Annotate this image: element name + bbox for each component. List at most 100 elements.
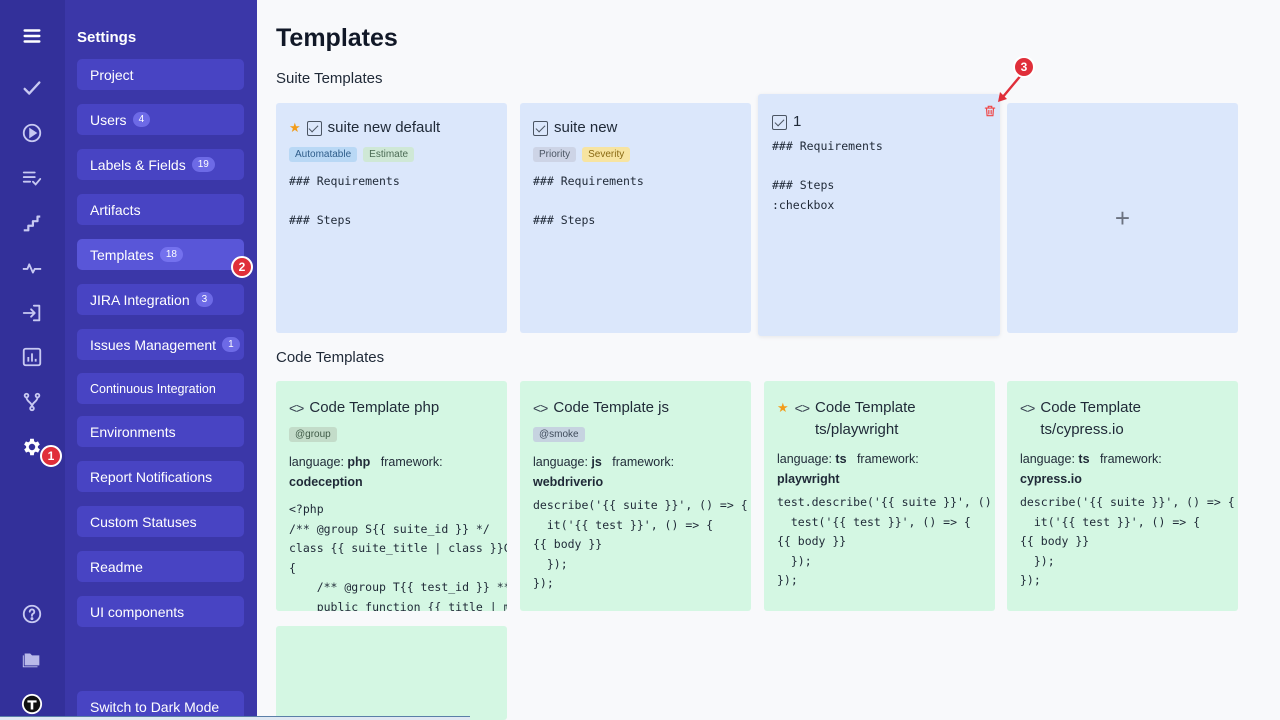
sidebar-item-label: Readme — [90, 558, 143, 575]
template-title: Code Template ts/playwright — [815, 399, 916, 438]
sidebar-item-users[interactable]: Users 4 — [77, 104, 244, 135]
suite-template-card-hovered[interactable]: 1 ### Requirements ### Steps :checkbox — [758, 94, 1000, 336]
sidebar-item-label: Artifacts — [90, 201, 141, 218]
stairs-icon[interactable] — [18, 209, 46, 237]
count-badge: 4 — [132, 112, 151, 127]
template-title: Code Template js — [553, 399, 669, 416]
code-template-card[interactable]: <> Code Template js @smoke language: js … — [520, 381, 751, 611]
sidebar-item-environments[interactable]: Environments — [77, 416, 244, 447]
template-tag: Automatable — [289, 147, 358, 162]
code-template-card[interactable]: <> Code Template ts/cypress.io language:… — [1007, 381, 1238, 611]
sidebar-item-label: Issues Management — [90, 336, 217, 353]
suite-templates-heading: Suite Templates — [276, 70, 383, 87]
page-title: Templates — [276, 24, 398, 52]
template-title: suite new — [554, 119, 618, 136]
framework-label: framework: — [1099, 452, 1162, 466]
code-template-card[interactable]: ★ <> Code Template ts/playwright languag… — [764, 381, 995, 611]
sidebar-item-label: Custom Statuses — [90, 513, 197, 530]
check-icon[interactable] — [18, 74, 46, 102]
folder-icon[interactable] — [18, 645, 46, 673]
star-icon: ★ — [777, 400, 789, 415]
step-marker-3: 3 — [1013, 56, 1035, 78]
language-value: php — [347, 455, 371, 469]
branch-icon[interactable] — [18, 388, 46, 416]
sidebar-item-ui-components[interactable]: UI components — [77, 596, 244, 627]
sidebar-item-project[interactable]: Project — [77, 59, 244, 90]
language-label: language: — [533, 455, 588, 469]
bottom-scrollbar[interactable] — [0, 716, 470, 720]
count-badge: 18 — [159, 247, 183, 262]
template-body: describe('{{ suite }}', () => { it('{{ t… — [533, 498, 748, 590]
sidebar-item-label: Project — [90, 66, 134, 83]
code-icon: <> — [533, 400, 548, 416]
template-meta: language: ts framework: playwright — [777, 449, 982, 489]
template-body: describe('{{ suite }}', () => { it('{{ t… — [1020, 495, 1235, 587]
pulse-icon[interactable] — [18, 254, 46, 282]
code-icon: <> — [794, 400, 810, 416]
sidebar-item-artifacts[interactable]: Artifacts — [77, 194, 244, 225]
sidebar-title: Settings — [77, 29, 137, 46]
sidebar-item-label: JIRA Integration — [90, 291, 190, 308]
template-tag: @smoke — [533, 427, 585, 442]
play-circle-icon[interactable] — [18, 119, 46, 147]
template-body: <?php /** @group S{{ suite_id }} */ clas… — [289, 502, 507, 611]
sidebar-item-label: Environments — [90, 423, 176, 440]
avatar[interactable] — [18, 690, 46, 718]
template-title: suite new default — [327, 119, 441, 136]
sidebar-item-continuous-integration[interactable]: Continuous Integration — [77, 373, 244, 404]
suite-template-card[interactable]: ★ suite new default Automatable Estimate… — [276, 103, 507, 333]
step-marker-2: 2 — [231, 256, 253, 278]
template-body: ### Requirements ### Steps — [533, 174, 644, 227]
template-tag: Priority — [533, 147, 577, 162]
language-value: ts — [1078, 452, 1090, 466]
suite-template-card[interactable]: suite new Priority Severity ### Requirem… — [520, 103, 751, 333]
framework-label: framework: — [380, 455, 443, 469]
template-meta: language: ts framework: cypress.io — [1020, 449, 1225, 489]
sidebar-item-label: Continuous Integration — [90, 381, 216, 396]
checklist-icon[interactable] — [18, 164, 46, 192]
trash-icon[interactable] — [983, 104, 997, 118]
template-meta: language: php framework: codeception — [289, 452, 494, 492]
framework-value: cypress.io — [1020, 472, 1082, 486]
add-code-template-card[interactable] — [276, 626, 507, 720]
help-icon[interactable] — [18, 600, 46, 628]
framework-value: codeception — [289, 475, 363, 489]
sidebar-item-jira-integration[interactable]: JIRA Integration 3 — [77, 284, 244, 315]
sidebar-item-label: Switch to Dark Mode — [90, 698, 220, 715]
language-label: language: — [289, 455, 344, 469]
language-value: js — [591, 455, 602, 469]
template-body: ### Requirements ### Steps — [289, 174, 400, 227]
menu-icon[interactable] — [18, 22, 46, 50]
sidebar-item-issues-management[interactable]: Issues Management 1 — [77, 329, 244, 360]
sidebar-item-report-notifications[interactable]: Report Notifications — [77, 461, 244, 492]
sidebar-item-labels-fields[interactable]: Labels & Fields 19 — [77, 149, 244, 180]
language-label: language: — [777, 452, 832, 466]
import-icon[interactable] — [18, 299, 46, 327]
bar-chart-icon[interactable] — [18, 343, 46, 371]
template-tag: Severity — [582, 147, 631, 162]
step-marker-1: 1 — [40, 445, 62, 467]
sidebar-item-label: Templates — [90, 246, 154, 263]
template-title: Code Template ts/cypress.io — [1040, 399, 1141, 438]
count-badge: 1 — [222, 337, 240, 352]
code-template-card[interactable]: <> Code Template php @group language: ph… — [276, 381, 507, 611]
sidebar-item-label: Report Notifications — [90, 468, 213, 485]
code-icon: <> — [1020, 400, 1035, 416]
sidebar-item-templates[interactable]: Templates 18 — [77, 239, 244, 270]
sidebar-item-custom-statuses[interactable]: Custom Statuses — [77, 506, 244, 537]
checkbox-icon — [772, 115, 787, 130]
sidebar-item-readme[interactable]: Readme — [77, 551, 244, 582]
template-body: ### Requirements ### Steps :checkbox — [772, 139, 883, 212]
settings-sidebar: Settings Project Users 4 Labels & Fields 1… — [65, 0, 257, 720]
template-body: test.describe('{{ suite }}', () => { tes… — [777, 495, 992, 587]
star-icon: ★ — [289, 120, 301, 135]
add-suite-template-card[interactable]: + — [1007, 103, 1238, 333]
code-templates-heading: Code Templates — [276, 349, 385, 366]
checkbox-icon — [306, 121, 322, 136]
checkbox-icon — [533, 121, 548, 136]
language-label: language: — [1020, 452, 1075, 466]
sidebar-item-label: UI components — [90, 603, 185, 620]
code-icon: <> — [289, 400, 304, 416]
template-title: Code Template php — [309, 399, 440, 416]
framework-value: playwright — [777, 472, 840, 486]
